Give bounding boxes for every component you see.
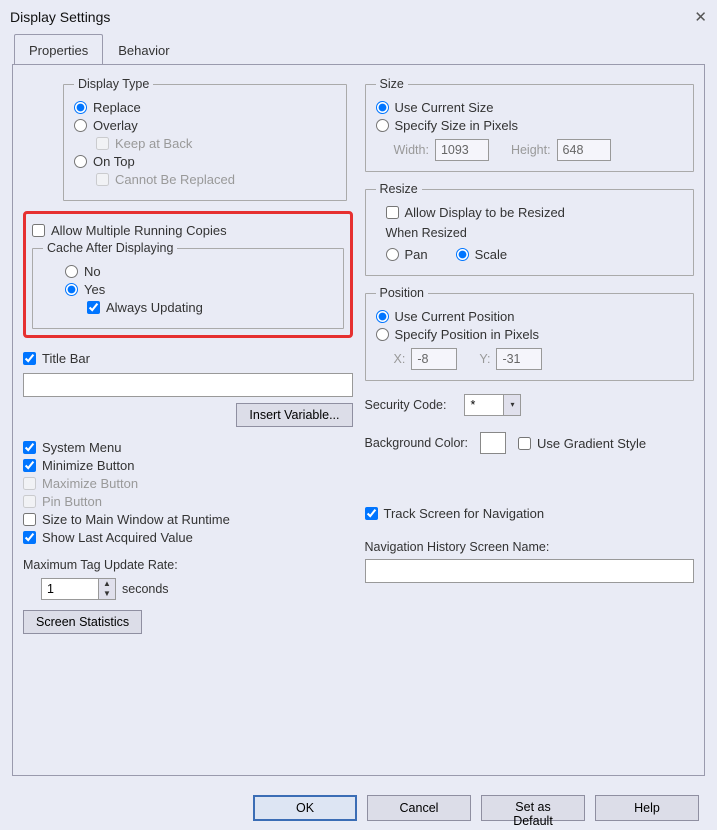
bg-color-swatch[interactable] bbox=[480, 432, 506, 454]
tag-rate-unit: seconds bbox=[122, 582, 169, 596]
display-type-legend: Display Type bbox=[74, 77, 153, 91]
spin-down-icon[interactable]: ▼ bbox=[99, 589, 115, 599]
left-column: Display Type Replace Overlay Keep at Bac… bbox=[23, 77, 353, 763]
insert-variable-button[interactable]: Insert Variable... bbox=[236, 403, 352, 427]
y-input[interactable] bbox=[496, 348, 542, 370]
radio-specify-position[interactable]: Specify Position in Pixels bbox=[376, 327, 684, 342]
check-size-to-main[interactable]: Size to Main Window at Runtime bbox=[23, 512, 353, 527]
radio-cache-no[interactable]: No bbox=[43, 264, 333, 279]
highlighted-section: Allow Multiple Running Copies Cache Afte… bbox=[23, 211, 353, 338]
radio-pan[interactable]: Pan bbox=[386, 247, 428, 262]
check-cannot-replace: Cannot Be Replaced bbox=[74, 172, 336, 187]
security-code-select[interactable]: ▾ bbox=[464, 394, 521, 416]
size-legend: Size bbox=[376, 77, 408, 91]
y-label: Y: bbox=[479, 352, 490, 366]
check-title-bar[interactable]: Title Bar bbox=[23, 351, 353, 366]
spin-up-icon[interactable]: ▲ bbox=[99, 579, 115, 589]
height-label: Height: bbox=[511, 143, 551, 157]
x-input[interactable] bbox=[411, 348, 457, 370]
screen-statistics-button[interactable]: Screen Statistics bbox=[23, 610, 142, 634]
title-bar-section: Title Bar Insert Variable... bbox=[23, 348, 353, 427]
right-column: Size Use Current Size Specify Size in Pi… bbox=[365, 77, 695, 763]
width-label: Width: bbox=[394, 143, 429, 157]
radio-overlay[interactable]: Overlay bbox=[74, 118, 336, 133]
set-as-default-button[interactable]: Set as Default bbox=[481, 795, 585, 821]
display-settings-dialog: Display Settings ✕ Properties Behavior D… bbox=[0, 0, 717, 830]
check-show-last-acquired[interactable]: Show Last Acquired Value bbox=[23, 530, 353, 545]
cancel-button[interactable]: Cancel bbox=[367, 795, 471, 821]
window-options: System Menu Minimize Button Maximize But… bbox=[23, 437, 353, 548]
display-type-group: Display Type Replace Overlay Keep at Bac… bbox=[63, 77, 347, 201]
tag-rate-spinner[interactable]: ▲▼ bbox=[41, 578, 116, 600]
check-allow-multiple[interactable]: Allow Multiple Running Copies bbox=[32, 223, 344, 238]
tag-rate-input[interactable] bbox=[41, 578, 99, 600]
titlebar: Display Settings ✕ bbox=[0, 0, 717, 34]
tab-behavior[interactable]: Behavior bbox=[103, 34, 184, 64]
check-system-menu[interactable]: System Menu bbox=[23, 440, 353, 455]
properties-sheet: Display Type Replace Overlay Keep at Bac… bbox=[12, 64, 705, 776]
radio-scale[interactable]: Scale bbox=[456, 247, 508, 262]
resize-group: Resize Allow Display to be Resized When … bbox=[365, 182, 695, 276]
height-input[interactable] bbox=[557, 139, 611, 161]
ok-button[interactable]: OK bbox=[253, 795, 357, 821]
check-track-screen[interactable]: Track Screen for Navigation bbox=[365, 506, 695, 521]
tab-strip: Properties Behavior bbox=[0, 34, 717, 64]
radio-cache-yes[interactable]: Yes bbox=[43, 282, 333, 297]
check-allow-resize[interactable]: Allow Display to be Resized bbox=[376, 205, 684, 220]
title-bar-input[interactable] bbox=[23, 373, 353, 397]
cache-legend: Cache After Displaying bbox=[43, 241, 177, 255]
cache-group: Cache After Displaying No Yes Always Upd… bbox=[32, 241, 344, 329]
x-label: X: bbox=[394, 352, 406, 366]
bg-color-label: Background Color: bbox=[365, 436, 469, 450]
tab-properties[interactable]: Properties bbox=[14, 34, 103, 64]
radio-on-top[interactable]: On Top bbox=[74, 154, 336, 169]
radio-use-current-position[interactable]: Use Current Position bbox=[376, 309, 684, 324]
dropdown-icon[interactable]: ▾ bbox=[504, 395, 520, 415]
dialog-title: Display Settings bbox=[10, 9, 110, 25]
check-use-gradient[interactable]: Use Gradient Style bbox=[518, 436, 646, 451]
radio-replace[interactable]: Replace bbox=[74, 100, 336, 115]
help-button[interactable]: Help bbox=[595, 795, 699, 821]
size-group: Size Use Current Size Specify Size in Pi… bbox=[365, 77, 695, 172]
check-always-updating[interactable]: Always Updating bbox=[43, 300, 333, 315]
width-input[interactable] bbox=[435, 139, 489, 161]
security-label: Security Code: bbox=[365, 398, 447, 412]
nav-history-input[interactable] bbox=[365, 559, 695, 583]
security-code-input[interactable] bbox=[464, 394, 504, 416]
radio-use-current-size[interactable]: Use Current Size bbox=[376, 100, 684, 115]
nav-history-label: Navigation History Screen Name: bbox=[365, 540, 695, 554]
tag-rate-label: Maximum Tag Update Rate: bbox=[23, 558, 353, 572]
position-group: Position Use Current Position Specify Po… bbox=[365, 286, 695, 381]
nav-history-section: Navigation History Screen Name: bbox=[365, 540, 695, 583]
close-icon[interactable]: ✕ bbox=[694, 8, 707, 26]
check-maximize-button: Maximize Button bbox=[23, 476, 353, 491]
position-legend: Position bbox=[376, 286, 428, 300]
check-minimize-button[interactable]: Minimize Button bbox=[23, 458, 353, 473]
radio-specify-size[interactable]: Specify Size in Pixels bbox=[376, 118, 684, 133]
bg-color-row: Background Color: Use Gradient Style bbox=[365, 432, 695, 454]
tag-rate-section: Maximum Tag Update Rate: ▲▼ seconds Scre… bbox=[23, 558, 353, 634]
security-row: Security Code: ▾ bbox=[365, 394, 695, 416]
check-pin-button: Pin Button bbox=[23, 494, 353, 509]
when-resized-label: When Resized bbox=[376, 226, 684, 240]
dialog-buttons: OK Cancel Set as Default Help bbox=[0, 786, 717, 830]
check-keep-at-back: Keep at Back bbox=[74, 136, 336, 151]
resize-legend: Resize bbox=[376, 182, 422, 196]
